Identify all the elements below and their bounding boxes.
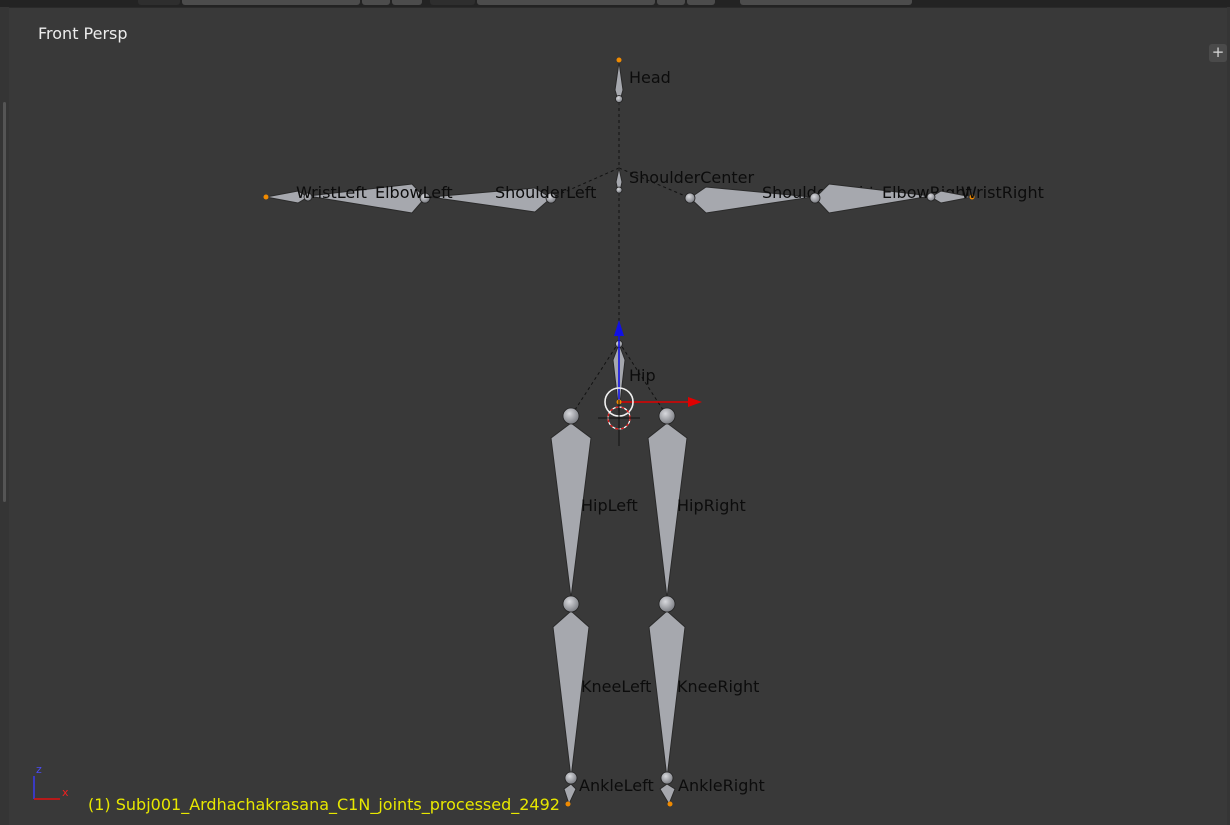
bone-label-head: Head: [629, 68, 671, 87]
bone-label-wrist-left: WristLeft: [296, 183, 367, 202]
bone-label-shoulder-left: ShoulderLeft: [495, 183, 596, 202]
bone-label-elbow-left: ElbowLeft: [375, 183, 453, 202]
bone-hip-right[interactable]: HipRight: [647, 407, 746, 599]
axis-label-z: z: [36, 763, 42, 776]
axis-label-x: x: [62, 786, 69, 799]
bone-knee-left[interactable]: KneeLeft: [552, 595, 651, 779]
bone-label-ankle-left: AnkleLeft: [579, 776, 654, 795]
bone-wrist-left[interactable]: WristLeft: [263, 183, 367, 204]
bone-label-knee-right: KneeRight: [677, 677, 759, 696]
bone-label-knee-left: KneeLeft: [581, 677, 651, 696]
bone-label-hip: Hip: [629, 366, 656, 385]
bone-ankle-left[interactable]: AnkleLeft: [563, 771, 654, 807]
bone-label-wrist-right: WristRight: [961, 183, 1044, 202]
3d-cursor-icon: [598, 400, 640, 446]
bone-ankle-right[interactable]: AnkleRight: [659, 771, 765, 807]
axis-gizmo-icon: z x: [33, 763, 69, 800]
bone-label-ankle-right: AnkleRight: [678, 776, 765, 795]
bone-label-shoulder-center: ShoulderCenter: [629, 168, 755, 187]
bone-hip-left[interactable]: HipLeft: [550, 407, 638, 599]
object-info-text: (1) Subj001_Ardhachakrasana_C1N_joints_p…: [88, 795, 560, 814]
bone-head[interactable]: Head: [614, 57, 671, 106]
plus-icon[interactable]: +: [1209, 44, 1227, 62]
bone-label-hip-left: HipLeft: [581, 496, 638, 515]
bone-shoulder-left[interactable]: ShoulderLeft: [429, 183, 596, 213]
armature-scene[interactable]: Head ShoulderCenter ShoulderLeft ElbowLe…: [0, 0, 1230, 825]
view-label: Front Persp: [38, 24, 128, 43]
bone-knee-right[interactable]: KneeRight: [648, 595, 759, 779]
bone-label-hip-right: HipRight: [677, 496, 746, 515]
blender-3d-viewport-window: Head ShoulderCenter ShoulderLeft ElbowLe…: [0, 0, 1230, 825]
